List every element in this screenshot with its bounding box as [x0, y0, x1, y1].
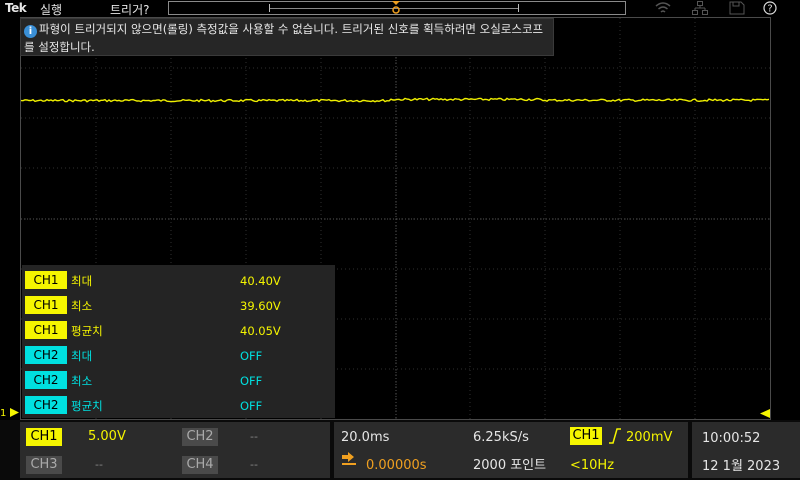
date-time-panel[interactable]: 10:00:52 12 1월 2023 [692, 422, 800, 478]
measurement-name: 평균치 [71, 399, 103, 413]
measurement-name: 평균치 [71, 324, 103, 338]
clock-date: 12 1월 2023 [702, 459, 781, 474]
rolling-mode-message: i 파형이 트리거되지 않으면(롤링) 측정값을 사용할 수 없습니다. 트리거된… [20, 18, 554, 56]
ch2-scale: -- [250, 430, 258, 443]
trigger-state-label[interactable]: 트리거? [110, 1, 150, 18]
measurement-results-panel[interactable]: CH1 최대 40.40V CH1 최소 39.60V CH1 평균치 40.0… [22, 265, 335, 418]
bottom-settings-bar: CH1 5.00V CH2 -- CH3 -- CH4 -- 20.0ms 6.… [0, 420, 800, 480]
measurement-value: 39.60V [240, 299, 281, 313]
horizontal-delay[interactable]: 0.00000s [366, 457, 427, 475]
measurement-row[interactable]: CH1 최소 39.60V [22, 293, 335, 315]
measurement-channel-badge: CH2 [25, 396, 67, 414]
ch3-scale: -- [95, 458, 103, 471]
measurement-channel-badge: CH2 [25, 371, 67, 389]
delay-arrow-icon [342, 452, 356, 465]
measurement-value: OFF [240, 349, 263, 363]
channel-settings-panel[interactable]: CH1 5.00V CH2 -- CH3 -- CH4 -- [20, 422, 330, 478]
measurement-channel-badge: CH2 [25, 346, 67, 364]
sample-rate: 6.25kS/s [473, 430, 529, 445]
horizontal-trigger-panel[interactable]: 20.0ms 6.25kS/s CH1 200mV 0.00000s 2000 … [334, 422, 688, 478]
message-line-2: 를 설정합니다. [24, 40, 95, 54]
help-icon[interactable]: ? [762, 1, 778, 15]
time-per-division[interactable]: 20.0ms [341, 429, 389, 447]
measurement-channel-badge: CH1 [25, 296, 67, 314]
measurement-value: 40.40V [240, 274, 281, 288]
ch2-button[interactable]: CH2 [182, 428, 218, 446]
info-icon: i [24, 25, 37, 38]
help-glyph: ? [767, 4, 772, 15]
ch4-button[interactable]: CH4 [182, 456, 218, 474]
record-view-bar[interactable] [168, 1, 626, 15]
measurement-channel-badge: CH1 [25, 271, 67, 289]
measurement-name: 최대 [71, 274, 93, 288]
measurement-channel-badge: CH1 [25, 321, 67, 339]
ch4-scale: -- [250, 458, 258, 471]
ch1-ground-marker[interactable]: 1 [0, 408, 19, 419]
run-state-label[interactable]: 실행 [40, 1, 62, 18]
trigger-position-marker-icon [392, 1, 400, 14]
measurement-row[interactable]: CH2 평균치 OFF [22, 393, 335, 415]
measurement-name: 최소 [71, 299, 93, 313]
trigger-level[interactable]: 200mV [626, 429, 672, 447]
ch1-marker-arrow-icon [9, 408, 19, 417]
network-icon[interactable] [692, 1, 708, 15]
measurement-row[interactable]: CH2 최소 OFF [22, 368, 335, 390]
ch3-button[interactable]: CH3 [26, 456, 62, 474]
measurement-value: 40.05V [240, 324, 281, 338]
trigger-source-badge[interactable]: CH1 [570, 427, 602, 445]
ch1-button[interactable]: CH1 [26, 428, 62, 446]
top-status-bar: Tek 실행 트리거? ? [0, 0, 800, 17]
trigger-frequency: <10Hz [570, 458, 615, 473]
measurement-value: OFF [240, 399, 263, 413]
trigger-level-marker-icon[interactable] [760, 409, 770, 418]
ch1-waveform-trace [21, 97, 770, 103]
message-line-1: 파형이 트리거되지 않으면(롤링) 측정값을 사용할 수 없습니다. 트리거된 … [39, 22, 544, 36]
ch1-scale: 5.00V [88, 429, 126, 444]
tek-logo: Tek [5, 1, 27, 15]
ch1-marker-number: 1 [0, 408, 7, 419]
measurement-row[interactable]: CH1 평균치 40.05V [22, 318, 335, 340]
wifi-icon[interactable] [655, 1, 671, 15]
clock-time: 10:00:52 [702, 431, 761, 446]
save-icon[interactable] [729, 1, 745, 15]
rising-edge-icon [609, 428, 621, 444]
measurement-value: OFF [240, 374, 263, 388]
measurement-name: 최소 [71, 374, 93, 388]
record-length[interactable]: 2000 포인트 [473, 457, 546, 475]
measurement-row[interactable]: CH1 최대 40.40V [22, 268, 335, 290]
measurement-row[interactable]: CH2 최대 OFF [22, 343, 335, 365]
measurement-name: 최대 [71, 349, 93, 363]
